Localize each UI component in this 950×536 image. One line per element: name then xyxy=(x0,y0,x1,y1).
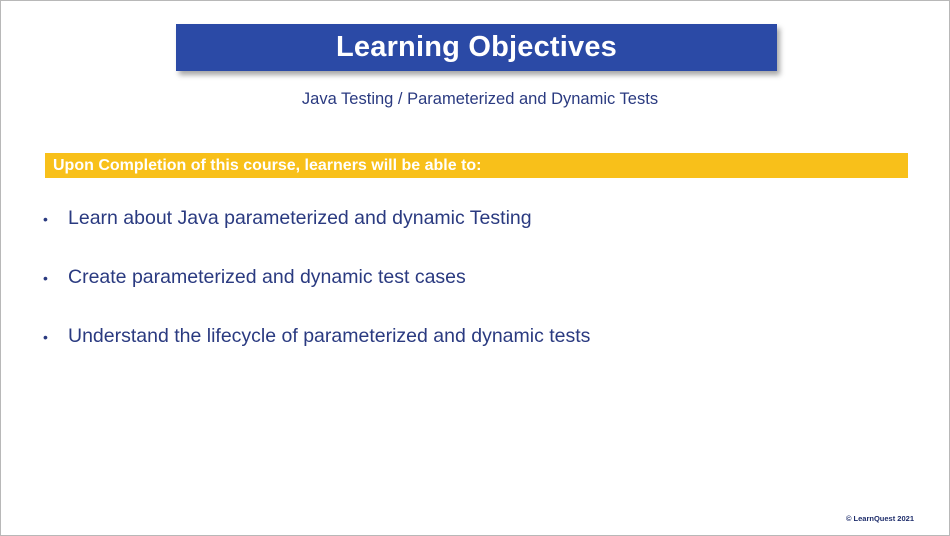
slide-title: Learning Objectives xyxy=(336,31,617,63)
objective-item: • Understand the lifecycle of parameteri… xyxy=(43,325,590,384)
highlight-text: Upon Completion of this course, learners… xyxy=(53,156,482,174)
title-banner: Learning Objectives xyxy=(176,24,777,71)
objectives-list: • Learn about Java parameterized and dyn… xyxy=(43,207,590,384)
objective-text: Learn about Java parameterized and dynam… xyxy=(68,207,532,229)
objective-text: Create parameterized and dynamic test ca… xyxy=(68,266,466,288)
slide: Learning Objectives Java Testing / Param… xyxy=(0,0,950,536)
slide-subtitle: Java Testing / Parameterized and Dynamic… xyxy=(301,90,659,108)
bullet-icon: • xyxy=(43,211,48,227)
highlight-bar: Upon Completion of this course, learners… xyxy=(45,153,908,178)
bullet-icon: • xyxy=(43,329,48,345)
bullet-icon: • xyxy=(43,270,48,286)
objective-item: • Create parameterized and dynamic test … xyxy=(43,266,590,325)
copyright-notice: © LearnQuest 2021 xyxy=(845,514,914,523)
objective-text: Understand the lifecycle of parameterize… xyxy=(68,325,591,347)
objective-item: • Learn about Java parameterized and dyn… xyxy=(43,207,590,266)
